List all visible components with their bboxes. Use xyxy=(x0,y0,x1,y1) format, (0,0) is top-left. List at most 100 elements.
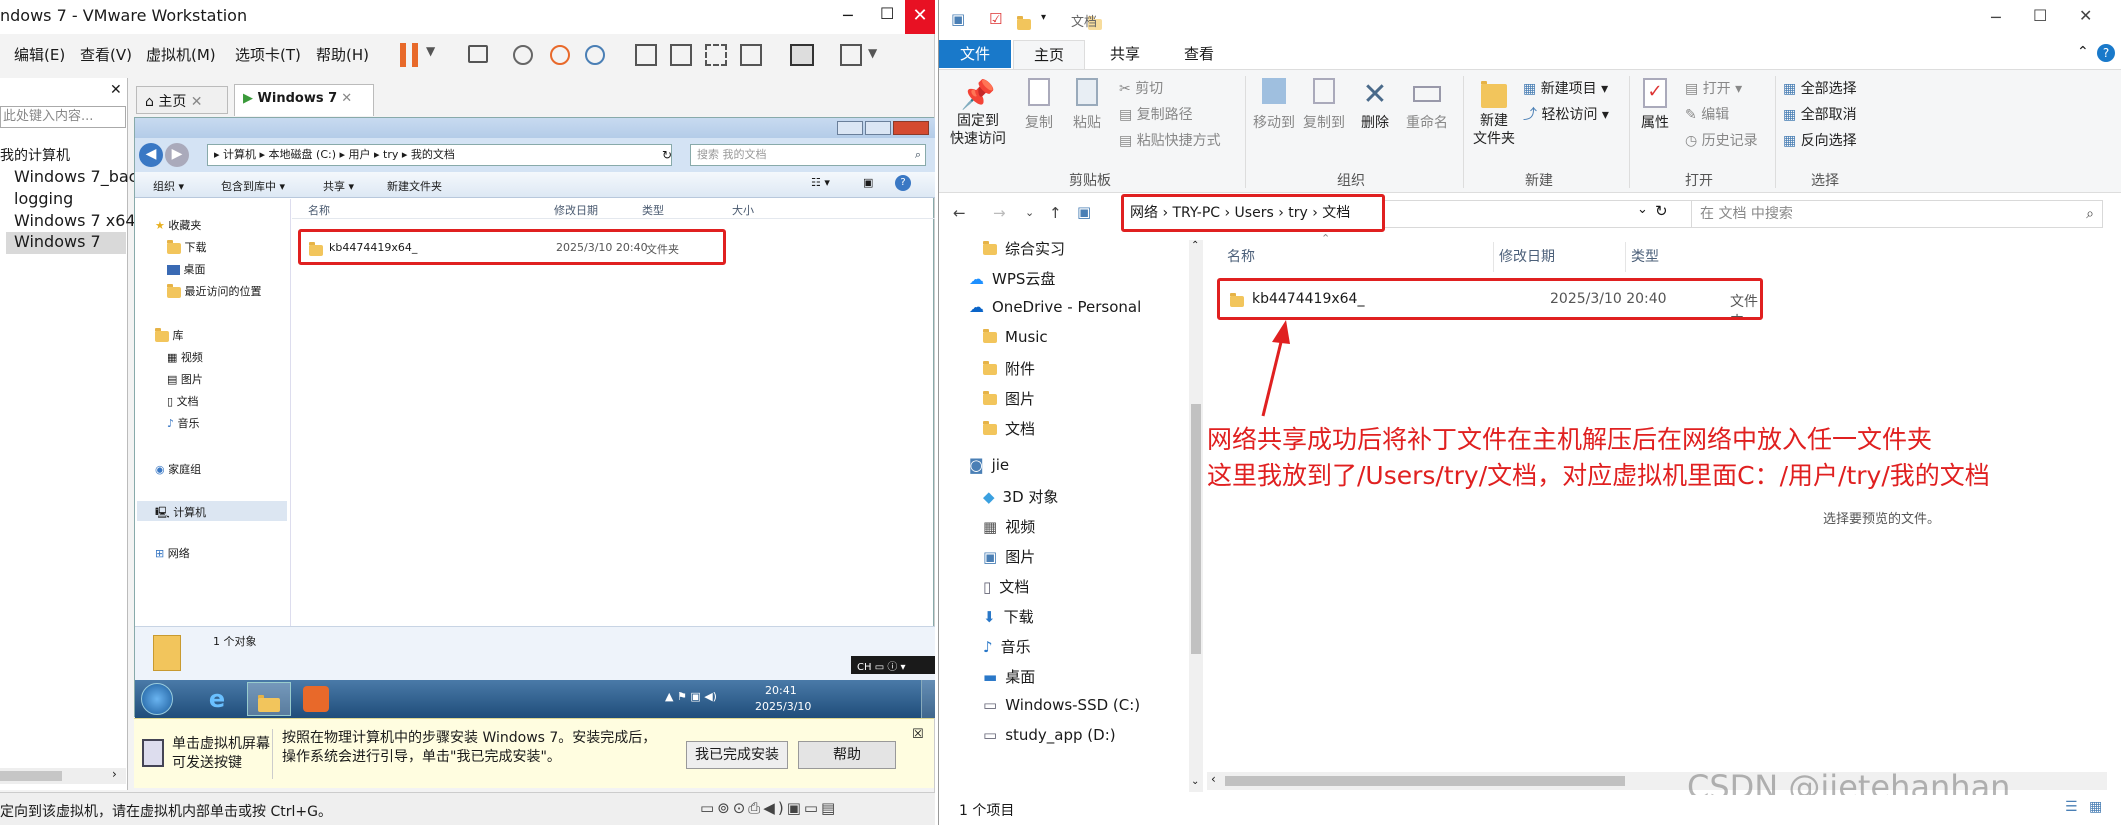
library-item-win7bac[interactable]: Windows 7_bac xyxy=(14,167,137,186)
library-search-input[interactable]: 此处键入内容... xyxy=(0,106,126,128)
nav-item[interactable]: ♪ 音乐 xyxy=(983,636,1031,657)
crumb-c[interactable]: 本地磁盘 (C:) xyxy=(269,148,336,161)
library-item-logging[interactable]: logging xyxy=(14,189,73,208)
win7-min-icon[interactable] xyxy=(837,121,863,135)
addr-docs[interactable]: 文档 xyxy=(1322,205,1350,221)
address-dropdown-icon[interactable]: ⌄ xyxy=(1637,202,1648,217)
quick-check-icon[interactable]: ☑ xyxy=(989,10,1002,28)
manage-snapshots-icon[interactable] xyxy=(585,45,605,65)
copy-to-button[interactable]: 复制到 xyxy=(1297,78,1351,132)
pin-button[interactable]: 📌 固定到 快速访问 xyxy=(947,78,1009,148)
menu-tabs[interactable]: 选项卡(T) xyxy=(235,44,301,65)
sidebar-toggle-icon[interactable] xyxy=(635,44,657,66)
tab-share[interactable]: 共享 xyxy=(1089,40,1161,68)
details-view-icon[interactable]: ☰ xyxy=(2065,799,2078,815)
nav-item[interactable]: 图片 xyxy=(983,388,1035,409)
ex-forward-icon[interactable]: → xyxy=(993,204,1006,222)
quick-dropdown-icon[interactable]: ▾ xyxy=(1041,12,1046,23)
col-name[interactable]: 名称 xyxy=(308,202,330,218)
nav-music[interactable]: ♪ 音乐 xyxy=(167,415,200,431)
snapshot-icon[interactable] xyxy=(513,45,533,65)
send-keys-icon[interactable] xyxy=(468,45,488,63)
help-button[interactable]: 帮助 xyxy=(798,741,896,769)
pause-icon[interactable] xyxy=(400,43,418,67)
ex-col-name[interactable]: 名称 xyxy=(1227,246,1255,266)
history-button[interactable]: ◷ 历史记录 xyxy=(1685,130,1758,150)
nav-library[interactable]: 库 xyxy=(155,327,184,343)
crumb-computer[interactable]: 计算机 xyxy=(223,148,256,161)
tab-view[interactable]: 查看 xyxy=(1163,40,1235,68)
menu-help[interactable]: 帮助(H) xyxy=(316,44,369,65)
nav-pictures[interactable]: ▤ 图片 xyxy=(167,371,203,387)
win7-file-row[interactable]: kb4474419x64_ 2025/3/10 20:40 文件夹 xyxy=(298,229,726,265)
win7-share[interactable]: 共享 ▾ xyxy=(323,178,354,194)
explorer-search-input[interactable]: 在 文档 中搜索 ⌕ xyxy=(1691,200,2103,228)
nav-item[interactable]: ☁ WPS云盘 xyxy=(969,268,1055,289)
view-icon[interactable]: ☷ ▾ xyxy=(811,176,830,189)
nav-documents[interactable]: ▯ 文档 xyxy=(167,393,199,409)
nav-item[interactable]: ▯ 文档 xyxy=(983,576,1029,597)
refresh-icon[interactable]: ↻ xyxy=(1655,202,1668,220)
hint-close-icon[interactable]: ☒ xyxy=(912,727,924,742)
nav-favorites[interactable]: ★ 收藏夹 xyxy=(155,217,201,233)
help-icon[interactable]: ? xyxy=(895,175,911,191)
device-icons[interactable]: ▭⊚⊙⎙◀)▣▭▤ xyxy=(700,799,838,817)
close-button[interactable]: ✕ xyxy=(905,0,935,34)
nav-item[interactable]: ◙ jie xyxy=(969,456,1009,474)
win7-close-icon[interactable] xyxy=(893,121,929,135)
nav-downloads[interactable]: 下载 xyxy=(167,239,207,255)
media-player-icon[interactable] xyxy=(303,686,329,712)
explorer-file-row[interactable]: kb4474419x64_ 2025/3/10 20:40 文件夹 xyxy=(1217,278,1763,320)
explorer-taskbar-icon[interactable] xyxy=(247,682,291,716)
nav-item[interactable]: ▣ 图片 xyxy=(983,546,1035,567)
menu-vm[interactable]: 虚拟机(M) xyxy=(146,44,216,65)
move-to-button[interactable]: 移动到 xyxy=(1247,78,1301,132)
col-size[interactable]: 大小 xyxy=(732,202,754,218)
done-install-button[interactable]: 我已完成安装 xyxy=(686,741,788,769)
library-close-icon[interactable]: ✕ xyxy=(110,82,122,98)
nav-scrollbar[interactable]: ⌃ ⌄ xyxy=(1189,240,1203,792)
ex-col-date[interactable]: 修改日期 xyxy=(1499,246,1555,266)
fullscreen-icon[interactable] xyxy=(705,44,727,66)
library-item-win7[interactable]: Windows 7 xyxy=(6,232,126,254)
delete-button[interactable]: ✕ 删除 xyxy=(1353,78,1397,132)
nav-item[interactable]: ▬ 桌面 xyxy=(983,666,1035,687)
col-type[interactable]: 类型 xyxy=(642,202,664,218)
select-none-button[interactable]: ▦ 全部取消 xyxy=(1783,104,1857,124)
nav-item[interactable]: ☁ OneDrive - Personal xyxy=(969,298,1141,316)
invert-button[interactable]: ▦ 反向选择 xyxy=(1783,130,1857,150)
crumb-try[interactable]: try xyxy=(383,148,398,161)
win7-address-bar[interactable]: ▸ 计算机 ▸ 本地磁盘 (C:) ▸ 用户 ▸ try ▸ 我的文档 xyxy=(207,144,672,166)
nav-item[interactable]: ▭ Windows-SSD (C:) xyxy=(983,696,1140,714)
menu-view[interactable]: 查看(V) xyxy=(80,44,132,65)
nav-item[interactable]: 文档 xyxy=(983,418,1035,439)
win7-search-input[interactable]: 搜索 我的文档 ⌕ xyxy=(690,144,926,166)
maximize-icon[interactable]: ☐ xyxy=(880,4,894,23)
unity-icon[interactable] xyxy=(740,44,762,66)
library-item-my-computer[interactable]: 我的计算机 xyxy=(0,145,70,165)
ex-minimize-icon[interactable]: ─ xyxy=(1991,8,2001,27)
nav-item[interactable]: ◆ 3D 对象 xyxy=(983,486,1058,507)
ex-col-type[interactable]: 类型 xyxy=(1631,246,1659,266)
stretch-icon[interactable] xyxy=(840,44,862,66)
paste-shortcut-button[interactable]: ▤ 粘贴快捷方式 xyxy=(1119,130,1221,150)
nav-item[interactable]: ▦ 视频 xyxy=(983,516,1035,537)
ex-maximize-icon[interactable]: ☐ xyxy=(2033,6,2047,25)
addr-users[interactable]: Users xyxy=(1235,205,1274,221)
rename-button[interactable]: 重命名 xyxy=(1401,78,1453,132)
win7-new-folder[interactable]: 新建文件夹 xyxy=(387,178,442,194)
crumb-users[interactable]: 用户 xyxy=(349,148,371,161)
nav-item[interactable]: 综合实习 xyxy=(983,238,1065,259)
minimize-icon[interactable]: ─ xyxy=(843,6,853,25)
crumb-mydocs[interactable]: 我的文档 xyxy=(411,148,455,161)
tab-windows7[interactable]: ▶ Windows 7 ✕ xyxy=(234,84,374,116)
win7-include-library[interactable]: 包含到库中 ▾ xyxy=(221,178,285,194)
open-button[interactable]: ▤ 打开 ▾ xyxy=(1685,78,1742,98)
copy-path-button[interactable]: ▤ 复制路径 xyxy=(1119,104,1193,124)
ex-back-icon[interactable]: ← xyxy=(953,204,966,222)
ribbon-collapse-icon[interactable]: ⌃ xyxy=(2077,44,2089,60)
tab-home-ribbon[interactable]: 主页 xyxy=(1013,40,1085,69)
console-icon[interactable] xyxy=(790,44,814,66)
explorer-address-bar[interactable]: 网络 › TRY-PC › Users › try › 文档 xyxy=(1121,194,1385,232)
win7-organize[interactable]: 组织 ▾ xyxy=(153,178,184,194)
